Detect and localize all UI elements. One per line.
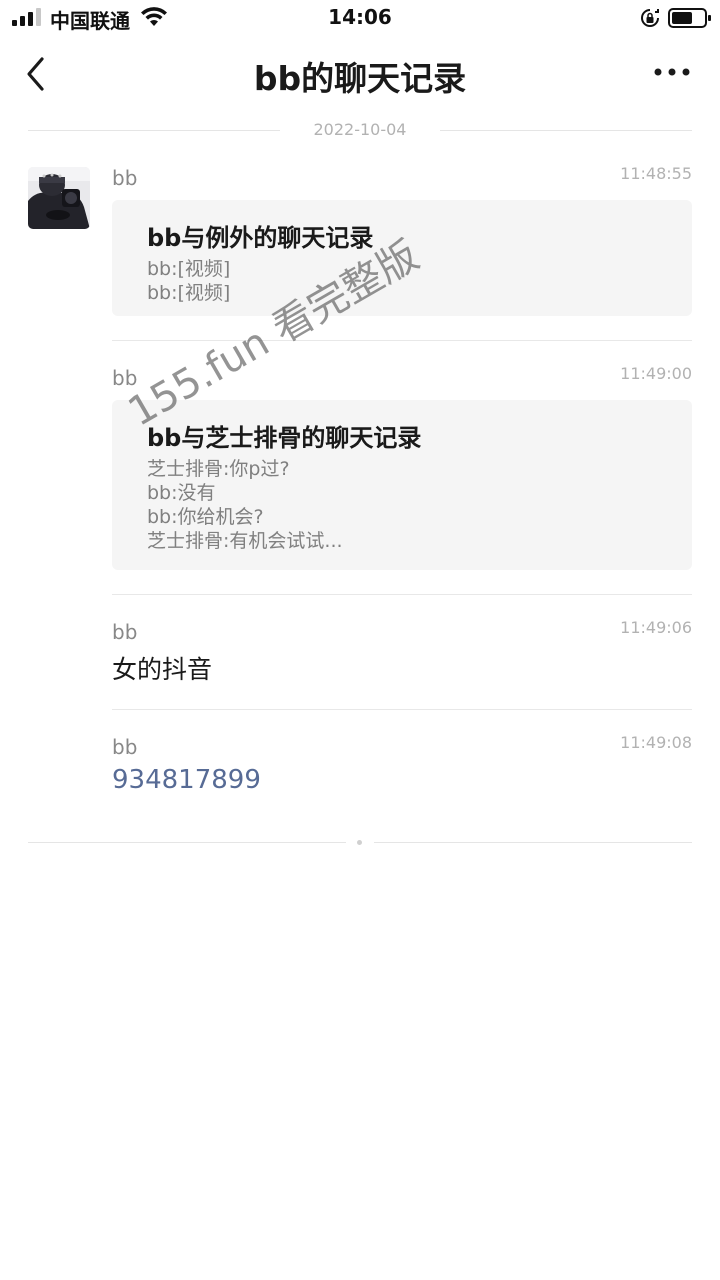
more-dots-icon[interactable] bbox=[652, 64, 692, 80]
message-time: 11:49:08 bbox=[620, 733, 692, 752]
clock: 14:06 bbox=[328, 5, 392, 29]
message-separator bbox=[112, 340, 692, 341]
message-item: bb 11:49:06 女的抖音 bbox=[112, 618, 692, 710]
card-line: bb:你给机会? bbox=[147, 506, 264, 528]
status-bar: 中国联通 14:06 bbox=[0, 0, 720, 36]
chat-record-card[interactable]: bb与例外的聊天记录 bb:[视频] bb:[视频] bbox=[112, 200, 692, 316]
message-text: 女的抖音 bbox=[112, 655, 213, 684]
end-line-left bbox=[28, 842, 346, 843]
end-divider bbox=[28, 840, 692, 846]
message-item: bb 11:49:00 bb与芝士排骨的聊天记录 芝士排骨:你p过? bb:没有… bbox=[112, 364, 692, 595]
page-title: bb的聊天记录 bbox=[253, 59, 467, 98]
message-time: 11:48:55 bbox=[620, 164, 692, 183]
battery-icon bbox=[668, 8, 711, 28]
card-line: bb:[视频] bbox=[147, 282, 231, 304]
card-title: bb与芝士排骨的聊天记录 bbox=[147, 424, 422, 452]
back-chevron-icon[interactable] bbox=[22, 54, 50, 94]
nav-bar: bb的聊天记录 bbox=[0, 40, 720, 106]
card-title: bb与例外的聊天记录 bbox=[147, 224, 374, 252]
message-time: 11:49:06 bbox=[620, 618, 692, 637]
number-link[interactable]: 934817899 bbox=[112, 765, 261, 795]
message-item: bb 11:48:55 bb与例外的聊天记录 bb:[视频] bb:[视频] bbox=[112, 164, 692, 341]
chat-record-card[interactable]: bb与芝士排骨的聊天记录 芝士排骨:你p过? bb:没有 bb:你给机会? 芝士… bbox=[112, 400, 692, 570]
sender-name: bb bbox=[112, 166, 138, 190]
message-item: bb 11:49:08 934817899 bbox=[112, 733, 692, 805]
card-line: 芝士排骨:有机会试试... bbox=[147, 530, 343, 552]
sender-name: bb bbox=[112, 620, 138, 644]
end-line-right bbox=[374, 842, 692, 843]
card-line: bb:[视频] bbox=[147, 258, 231, 280]
message-separator bbox=[112, 709, 692, 710]
sender-name: bb bbox=[112, 735, 138, 759]
avatar-photo bbox=[28, 167, 90, 229]
date-divider: 2022-10-04 bbox=[28, 116, 692, 146]
end-dot bbox=[357, 840, 362, 845]
orientation-lock-icon bbox=[641, 9, 659, 27]
message-separator bbox=[112, 594, 692, 595]
card-line: bb:没有 bbox=[147, 482, 216, 504]
avatar[interactable] bbox=[28, 167, 90, 229]
message-time: 11:49:00 bbox=[620, 364, 692, 383]
card-line: 芝士排骨:你p过? bbox=[147, 458, 290, 480]
divider-line-right bbox=[440, 130, 692, 131]
sender-name: bb bbox=[112, 366, 138, 390]
